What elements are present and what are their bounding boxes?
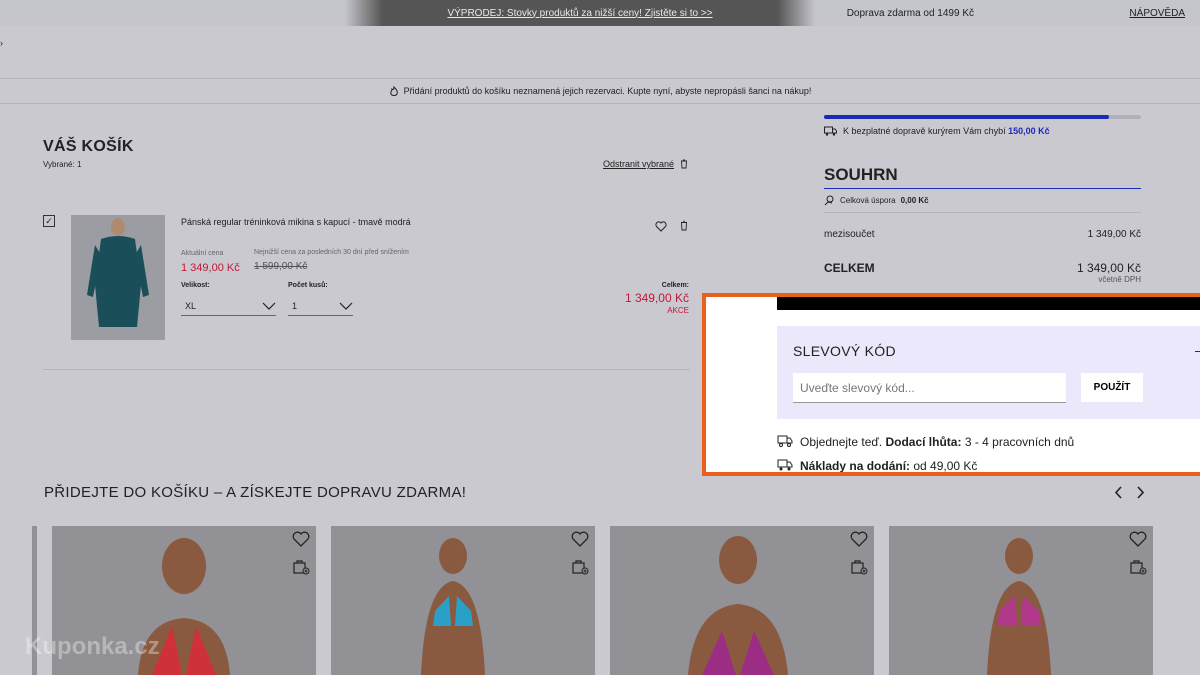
summary-divider	[824, 212, 1141, 213]
shipping-message-text: K bezplatné dopravě kurýrem Vám chybí	[843, 126, 1006, 136]
add-to-bag-icon[interactable]	[1129, 559, 1147, 575]
checkout-button-edge[interactable]	[777, 297, 1200, 310]
delivery-cost-label: Náklady na dodání:	[800, 458, 911, 473]
shipping-message: K bezplatné dopravě kurýrem Vám chybí 15…	[824, 126, 1050, 136]
total-label: CELKEM	[824, 261, 875, 275]
watermark: Kuponka.cz	[25, 633, 160, 660]
size-value: XL	[185, 300, 197, 311]
total-value: 1 349,00 Kč	[1076, 261, 1141, 275]
heart-icon[interactable]	[655, 221, 667, 232]
truck-icon	[777, 459, 793, 471]
size-select[interactable]: XL	[181, 296, 276, 316]
chevron-down-icon	[262, 302, 276, 310]
subtotal-value: 1 349,00 Kč	[1087, 229, 1141, 240]
savings-value: 0,00 Kč	[900, 196, 929, 205]
delivery-label: Dodací lhůta:	[885, 434, 962, 449]
trash-icon	[681, 159, 688, 169]
heart-icon[interactable]	[292, 531, 310, 547]
lowest-price: 1 599,00 Kč	[254, 261, 308, 272]
delivery-time-row: Objednejte teď. Dodací lhůta: 3 - 4 prac…	[777, 434, 1074, 449]
coupon-highlight-panel: SLEVOVÝ KÓD POUŽÍT Objednejte teď. Dodac…	[703, 294, 1200, 475]
product-card[interactable]	[331, 526, 595, 675]
delivery-cost-row: Náklady na dodání: od 49,00 Kč	[777, 458, 978, 473]
summary-title: SOUHRN	[824, 165, 898, 184]
shipping-missing-amount: 150,00 Kč	[1008, 126, 1050, 136]
current-price: 1 349,00 Kč	[181, 262, 240, 274]
add-to-bag-icon[interactable]	[292, 559, 310, 575]
savings-icon	[824, 195, 834, 206]
shipping-progress-fill	[824, 115, 1110, 119]
size-label: Velikost:	[181, 282, 210, 289]
promo-link[interactable]: VÝPRODEJ: Stovky produktů za nižší ceny!…	[447, 8, 712, 19]
coupon-input[interactable]	[793, 373, 1066, 403]
collapse-icon[interactable]	[1195, 351, 1200, 352]
remove-selected-label: Odstranit vybrané	[603, 159, 675, 169]
site-header: ›	[0, 26, 1200, 79]
heart-icon[interactable]	[571, 531, 589, 547]
qty-label: Počet kusů:	[288, 282, 328, 289]
item-total: 1 349,00 Kč	[624, 291, 689, 305]
subtotal-label: mezisoučet	[824, 229, 875, 240]
heart-icon[interactable]	[1129, 531, 1147, 547]
chevron-down-icon	[339, 302, 353, 310]
heart-icon[interactable]	[850, 531, 868, 547]
remove-selected-button[interactable]: Odstranit vybrané	[603, 159, 688, 169]
item-total-label: Celkem:	[661, 282, 689, 289]
product-card[interactable]	[610, 526, 874, 675]
apply-coupon-button[interactable]: POUŽÍT	[1081, 373, 1143, 402]
cart-divider	[43, 369, 690, 370]
item-checkbox[interactable]: ✓	[43, 215, 55, 227]
delivery-value: 3 - 4 pracovních dnů	[964, 434, 1075, 449]
coupon-title: SLEVOVÝ KÓD	[793, 343, 896, 359]
reservation-notice: Přidání produktů do košíku neznamená jej…	[0, 79, 1200, 104]
product-name[interactable]: Pánská regular tréninková mikina s kapuc…	[181, 217, 411, 227]
menu-chevron-icon[interactable]: ›	[0, 38, 3, 48]
summary-underline	[824, 188, 1141, 189]
subtotal-row: mezisoučet 1 349,00 Kč	[824, 229, 1141, 240]
shipping-progress-bar	[824, 115, 1141, 119]
delivery-clock-icon	[777, 435, 793, 447]
lowest-price-label: Nejnižší cena za posledních 30 dní před …	[254, 249, 409, 256]
qty-value: 1	[292, 300, 298, 311]
total-row: CELKEM 1 349,00 Kč	[824, 261, 1141, 275]
vat-note: včetně DPH	[1098, 275, 1141, 284]
chevron-right-icon[interactable]	[1136, 486, 1145, 499]
coupon-section: SLEVOVÝ KÓD POUŽÍT	[777, 326, 1200, 419]
qty-select[interactable]: 1	[288, 296, 353, 316]
cart-title: VÁŠ KOŠÍK	[43, 138, 134, 155]
sale-badge: AKCE	[667, 306, 689, 315]
product-image[interactable]	[71, 215, 165, 340]
help-link[interactable]: NÁPOVĚDA	[1129, 8, 1185, 19]
truck-icon	[824, 126, 837, 136]
trash-icon[interactable]	[680, 220, 688, 231]
savings-row: Celková úspora 0,00 Kč	[824, 195, 929, 206]
add-to-bag-icon[interactable]	[571, 559, 589, 575]
selected-count: Vybrané: 1	[43, 160, 82, 169]
recommendations-title: PŘIDEJTE DO KOŠÍKU – A ZÍSKEJTE DOPRAVU …	[44, 484, 467, 501]
promo-banner[interactable]: VÝPRODEJ: Stovky produktů za nižší ceny!…	[345, 0, 815, 26]
product-card[interactable]	[889, 526, 1153, 675]
fire-icon	[389, 85, 398, 96]
free-shipping-info: Doprava zdarma od 1499 Kč	[846, 8, 974, 19]
chevron-left-icon[interactable]	[1114, 486, 1123, 499]
notice-text: Přidání produktů do košíku neznamená jej…	[403, 86, 812, 96]
current-price-label: Aktuální cena	[181, 250, 224, 257]
add-to-bag-icon[interactable]	[850, 559, 868, 575]
savings-label: Celková úspora	[840, 196, 896, 205]
delivery-cost-value: od 49,00 Kč	[913, 458, 978, 473]
delivery-prefix: Objednejte teď.	[800, 434, 883, 449]
